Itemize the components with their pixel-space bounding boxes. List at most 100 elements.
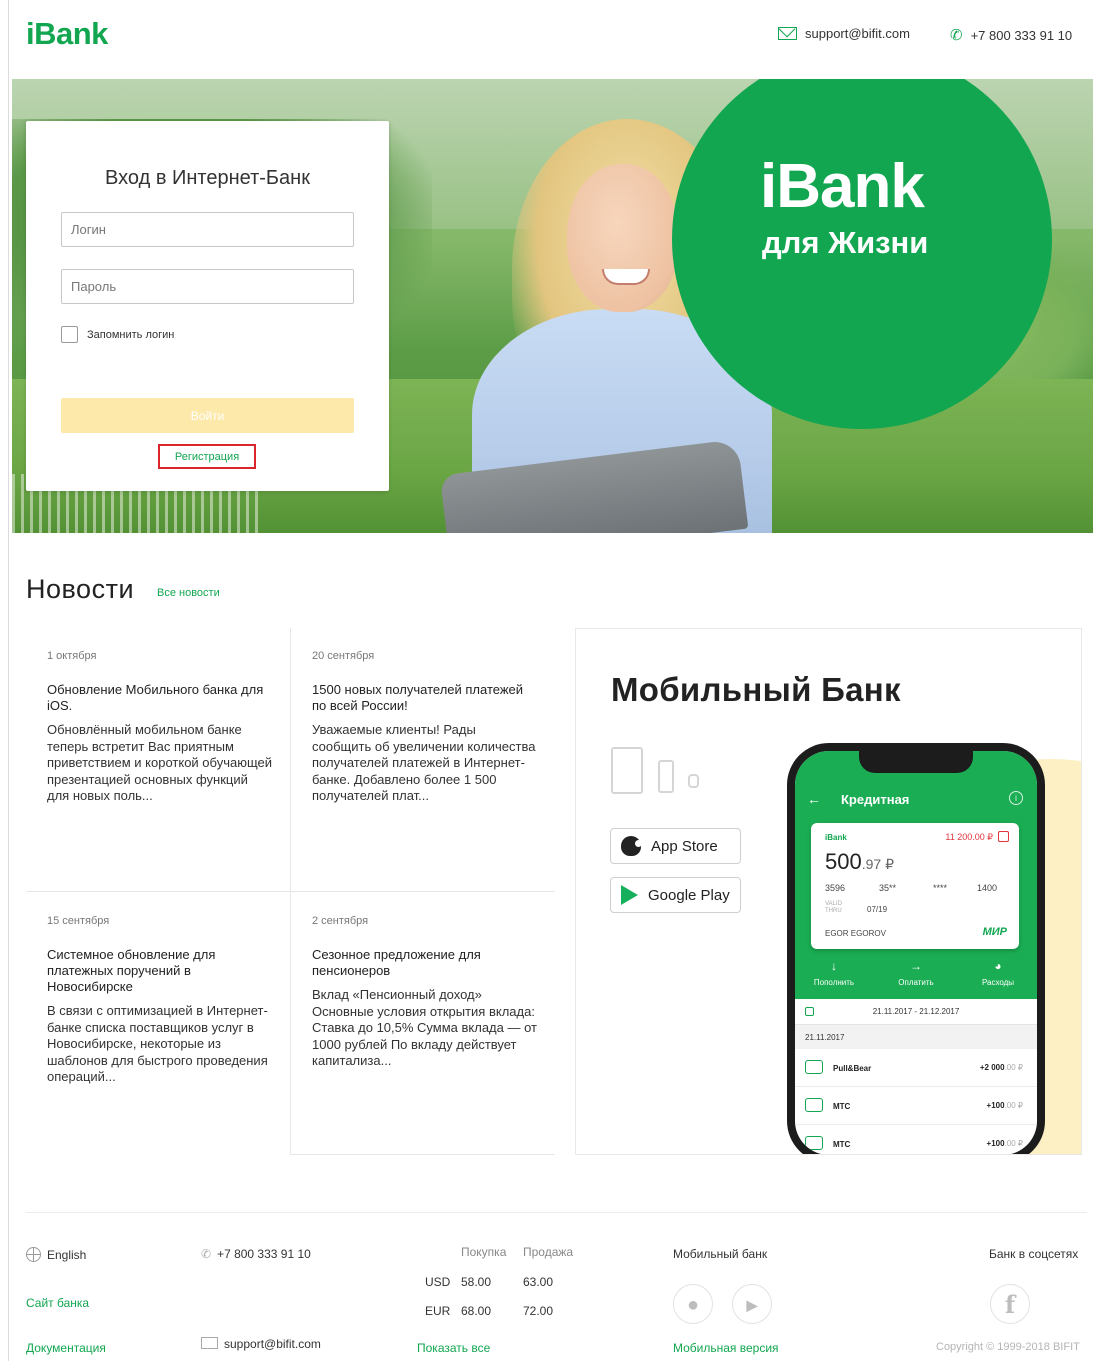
footer-phone: ✆ +7 800 333 91 10	[201, 1247, 311, 1261]
phone-notch	[859, 751, 973, 773]
pay-action: → Оплатить	[881, 959, 951, 987]
language-switch[interactable]: English	[26, 1247, 86, 1262]
header-phone-text: +7 800 333 91 10	[970, 27, 1073, 43]
pie-chart-icon: ◕	[994, 959, 1002, 973]
wallet-icon	[805, 1136, 823, 1150]
phone-icon: ✆	[950, 27, 963, 44]
wallet-icon	[805, 1060, 823, 1074]
login-title: Вход в Интернет-Банк	[105, 167, 310, 189]
mobile-version-link[interactable]: Мобильная версия	[673, 1341, 779, 1355]
card-number-group: 3596	[825, 883, 846, 893]
rate-currency: USD	[425, 1275, 451, 1289]
calendar-icon	[998, 831, 1009, 842]
phone-icon: ✆	[201, 1247, 212, 1261]
footer-phone-text: +7 800 333 91 10	[217, 1247, 311, 1261]
footer-email-text[interactable]: support@bifit.com	[224, 1337, 321, 1351]
promo-title: iBank	[760, 152, 925, 221]
remember-checkbox[interactable]	[61, 326, 78, 343]
login-card: Вход в Интернет-Банк Запомнить логин Вой…	[26, 121, 389, 491]
rate-buy: 58.00	[461, 1275, 492, 1289]
card-number-group: ****	[933, 883, 948, 893]
transaction-amount: +100.00 ₽	[987, 1101, 1023, 1110]
register-link[interactable]: Регистрация	[158, 444, 256, 469]
news-item[interactable]: 1 октября Обновление Мобильного банка дл…	[47, 650, 272, 805]
password-input[interactable]	[61, 269, 354, 304]
mir-logo: МИР	[982, 926, 1007, 938]
screen-header: ← Кредитная i iBank 11 200.00 ₽ 500.97 ₽…	[795, 751, 1037, 999]
all-news-link[interactable]: Все новости	[157, 587, 220, 599]
rate-sell: 72.00	[523, 1304, 554, 1318]
news-item[interactable]: 15 сентября Системное обновление для пла…	[47, 915, 272, 1086]
remember-login[interactable]: Запомнить логин	[61, 326, 174, 343]
news-title[interactable]: Системное обновление для платежных поруч…	[47, 947, 272, 995]
transaction-amount-main: +100	[986, 1101, 1005, 1110]
news-item[interactable]: 2 сентября Сезонное предложение для пенс…	[312, 915, 537, 1070]
apple-icon	[621, 836, 642, 856]
globe-icon	[26, 1247, 41, 1262]
header-email[interactable]: support@bifit.com	[778, 26, 910, 41]
expenses-action: ◕ Расходы	[963, 959, 1033, 987]
apple-store-icon[interactable]: ●	[673, 1284, 713, 1324]
header-email-text[interactable]: support@bifit.com	[805, 26, 910, 41]
logo[interactable]: iBank	[26, 16, 108, 52]
card-valid-label: VALID THRU	[825, 901, 842, 914]
period-text: 21.11.2017 - 21.12.2017	[872, 1007, 960, 1016]
transaction-row: МТС +100.00 ₽	[795, 1125, 1037, 1154]
transaction-amount-main: +2 000	[979, 1063, 1005, 1072]
news-title[interactable]: Обновление Мобильного банка для iOS.	[47, 682, 272, 714]
period-row: 21.11.2017 - 21.12.2017	[795, 999, 1037, 1025]
topup-action: ↓ Пополнить	[799, 959, 869, 987]
login-button[interactable]: Войти	[61, 398, 354, 433]
frame-border	[8, 0, 9, 1361]
google-play-label: Google Play	[648, 886, 730, 904]
news-grid: 1 октября Обновление Мобильного банка дл…	[26, 628, 555, 1155]
mobile-bank-panel: Мобильный Банк App Store Google Play ← К…	[575, 628, 1082, 1155]
google-play-icon[interactable]: ▶	[732, 1284, 772, 1324]
bank-site-link[interactable]: Сайт банка	[26, 1296, 89, 1310]
transaction-name: МТС	[833, 1140, 851, 1149]
news-divider	[26, 891, 555, 892]
rates-buy-header: Покупка	[461, 1245, 507, 1259]
arrow-down-icon: ↓	[831, 959, 837, 973]
card-number-group: 35**	[879, 883, 897, 893]
show-all-rates-link[interactable]: Показать все	[417, 1341, 490, 1355]
transaction-amount: +2 000.00 ₽	[980, 1063, 1023, 1072]
promo-subtitle: для Жизни	[762, 225, 929, 260]
mobile-bank-title: Мобильный Банк	[611, 671, 901, 708]
remember-label[interactable]: Запомнить логин	[87, 329, 174, 341]
arrow-right-icon: →	[910, 959, 922, 973]
news-body: Вклад «Пенсионный доход» Основные услови…	[312, 987, 537, 1069]
facebook-icon[interactable]: f	[990, 1284, 1030, 1324]
transaction-name: Pull&Bear	[833, 1064, 872, 1073]
news-divider	[290, 1154, 555, 1155]
day-row: 21.11.2017	[795, 1025, 1037, 1049]
news-title[interactable]: Сезонное предложение для пенсионеров	[312, 947, 537, 979]
social-label: Банк в соцсетях	[989, 1247, 1079, 1261]
card-expiry: 07/19	[867, 905, 888, 914]
login-input[interactable]	[61, 212, 354, 247]
footer-email[interactable]: support@bifit.com	[201, 1337, 321, 1351]
transaction-amount-cents: .00 ₽	[1004, 1139, 1023, 1148]
action-label: Пополнить	[813, 978, 855, 987]
header-phone[interactable]: ✆ +7 800 333 91 10	[950, 26, 1072, 44]
transaction-amount-cents: .00 ₽	[1004, 1063, 1023, 1072]
action-label: Расходы	[981, 978, 1015, 987]
news-title[interactable]: 1500 новых получателей платежей по всей …	[312, 682, 537, 714]
phone-mockup: ← Кредитная i iBank 11 200.00 ₽ 500.97 ₽…	[787, 743, 1045, 1154]
language-label[interactable]: English	[47, 1248, 86, 1262]
bank-card: iBank 11 200.00 ₽ 500.97 ₽ 3596 35** ***…	[811, 823, 1019, 949]
news-body: Уважаемые клиенты! Рады сообщить об увел…	[312, 722, 536, 804]
mail-icon	[778, 27, 797, 40]
transaction-amount-main: +100	[986, 1139, 1005, 1148]
news-date: 2 сентября	[312, 915, 369, 927]
card-brand: iBank	[825, 833, 847, 842]
info-icon: i	[1009, 791, 1023, 805]
news-item[interactable]: 20 сентября 1500 новых получателей плате…	[312, 650, 537, 805]
action-label: Оплатить	[898, 978, 934, 987]
google-play-button[interactable]: Google Play	[610, 877, 741, 913]
app-store-button[interactable]: App Store	[610, 828, 741, 864]
news-heading: Новости	[26, 574, 135, 604]
documentation-link[interactable]: Документация	[26, 1341, 106, 1355]
card-balance-main: 500	[825, 849, 862, 874]
footer-divider	[26, 1212, 1087, 1213]
